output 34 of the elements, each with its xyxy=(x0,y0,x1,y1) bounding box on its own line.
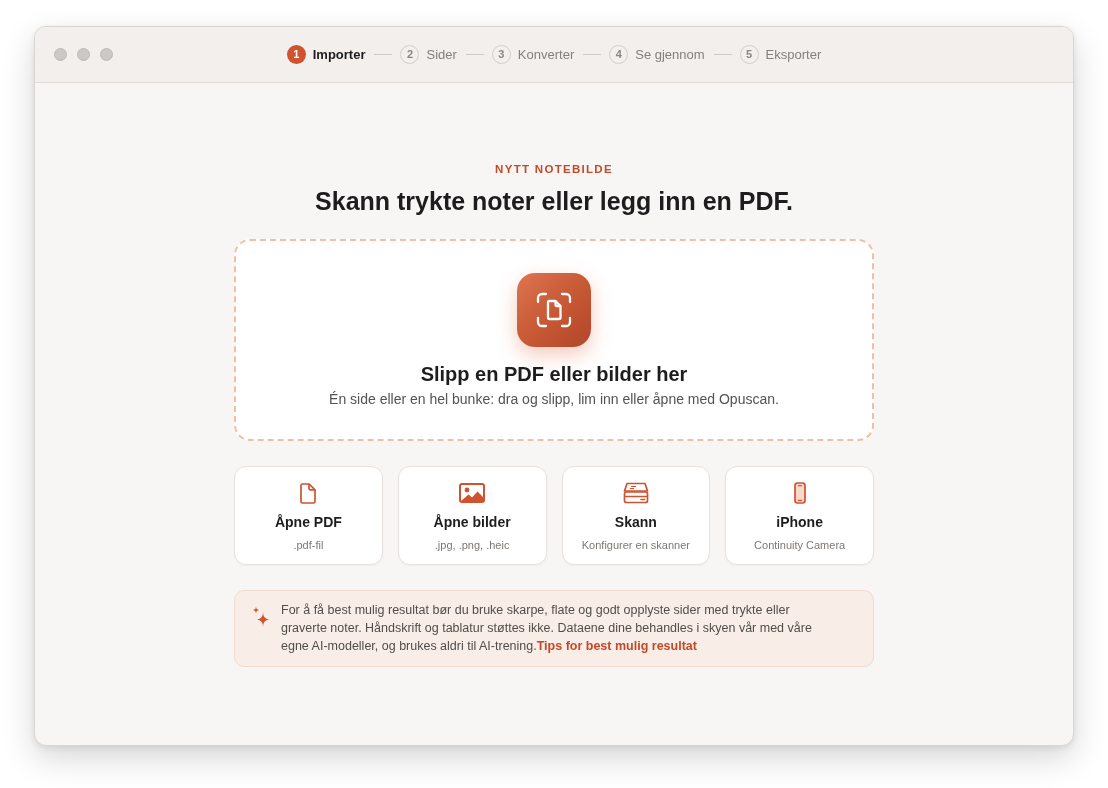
image-icon xyxy=(459,483,486,503)
close-button[interactable] xyxy=(54,48,67,61)
card-subtitle: .pdf-fil xyxy=(293,538,324,552)
scan-document-icon xyxy=(517,273,591,347)
minimize-button[interactable] xyxy=(77,48,90,61)
phone-icon xyxy=(793,482,806,504)
option-card[interactable]: iPhone Continuity Camera xyxy=(725,466,874,565)
card-subtitle: Continuity Camera xyxy=(754,538,846,552)
option-card[interactable]: Skann Konfigurer en skanner xyxy=(561,466,711,565)
step-label: Sider xyxy=(426,46,457,63)
drop-zone-subtitle: Én side eller en hel bunke: dra og slipp, lim inn eller åpne med Opuscan. xyxy=(329,390,779,408)
option-card[interactable]: Åpne PDF .pdf-fil xyxy=(234,466,383,565)
card-title: Åpne PDF xyxy=(274,513,342,531)
step-label: Importer xyxy=(312,46,366,63)
scanner-icon xyxy=(622,482,649,504)
note-text: For å få best mulig resultat bør du bruke skarpe, flate og godt opplyste sider med trykte eller graverte noter. Håndskrift og tablatur støttes ikke. Dataene dine behandles i skyen vår med våre egne AI-modeller, og brukes aldri til AI-trening.Tips for best mulig resultat xyxy=(281,602,813,655)
zoom-button[interactable] xyxy=(100,48,113,61)
card-subtitle: Konfigurer en skanner xyxy=(581,538,690,552)
step-label: Se gjennom xyxy=(635,46,705,63)
step-label: Eksporter xyxy=(765,46,822,63)
drop-zone-title: Slipp en PDF eller bilder her xyxy=(420,362,688,386)
eyebrow-label: NYTT NOTEBILDE xyxy=(495,162,613,176)
card-title: Skann xyxy=(614,513,657,531)
card-title: iPhone xyxy=(776,513,823,531)
document-icon xyxy=(300,482,317,504)
card-subtitle: .jpg, .png, .heic xyxy=(434,538,510,552)
option-card[interactable]: Åpne bilder .jpg, .png, .heic xyxy=(397,466,547,565)
page-heading: Skann trykte noter eller legg inn en PDF. xyxy=(315,186,793,216)
step-number: 1 xyxy=(286,45,306,64)
tips-link[interactable]: Tips for best mulig resultat xyxy=(536,639,697,653)
step-label: Konverter xyxy=(517,46,575,63)
drop-zone[interactable]: Slipp en PDF eller bilder her Én side eller en hel bunke: dra og slipp, lim inn eller åpne med Opuscan. xyxy=(234,239,874,441)
card-title: Åpne bilder xyxy=(433,513,511,531)
sparkle-icon xyxy=(252,606,269,627)
